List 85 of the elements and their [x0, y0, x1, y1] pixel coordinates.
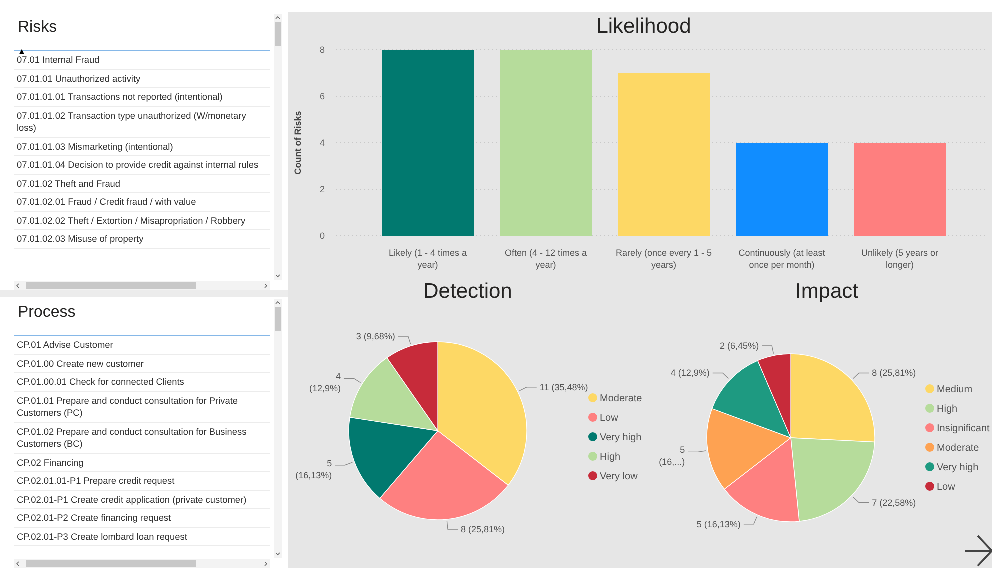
legend-label: Very high [600, 432, 642, 444]
legend-label: High [600, 452, 621, 463]
chart-title: Likelihood [596, 15, 692, 38]
data-label: 11 (35,48%) [540, 382, 588, 392]
legend-label: Very high [937, 462, 979, 474]
leader-line [344, 378, 362, 384]
slicer-item[interactable]: CP.01.01 Prepare and conduct consultation for Private Customers (PC) [14, 392, 270, 422]
slicer-item[interactable]: CP.01 Advise Customer [14, 336, 270, 354]
slicer-item[interactable]: 07.01.01.04 Decision to provide credit against internal rules [14, 156, 270, 174]
data-label: 3 (9,68%) [356, 332, 396, 342]
data-label: 5 (16,13%) [696, 519, 741, 530]
leader-line [446, 521, 458, 530]
leader-line [712, 372, 730, 380]
axis-tick-label: 2 [320, 184, 325, 194]
slicer-item[interactable]: 07.01.01.03 Mismarketing (intentional) [14, 138, 270, 156]
axis-tick-label: 0 [320, 231, 325, 241]
data-label: 4 (12,9%) [670, 368, 710, 378]
arrow-icon[interactable] [964, 534, 992, 568]
slicer-item[interactable]: CP.01.00 Create new customer [14, 354, 270, 373]
slicer-item[interactable]: CP.01.00.01 Check for connected Clients [14, 373, 270, 392]
chart-title: Impact [795, 280, 859, 303]
legend-label: High [937, 404, 958, 415]
category-label: Often (4 - 12 times a year) [504, 248, 588, 270]
vertical-scrollbar[interactable] [274, 299, 282, 558]
horizontal-scrollbar[interactable] [14, 559, 270, 568]
axis-tick-label: 6 [320, 92, 325, 102]
scroll-left-icon[interactable] [14, 560, 22, 568]
slicer-item[interactable]: 07.01.02.03 Misuse of property [14, 230, 270, 248]
slicer-item[interactable]: 07.01.02.01 Fraud / Credit fraud / with value [14, 193, 270, 212]
slicer-item[interactable]: CP.02 Financing [14, 454, 270, 472]
slicer-title: Risks [17, 18, 58, 38]
leader-line [853, 372, 870, 380]
data-label: 5 (16,13%) [296, 458, 332, 480]
slicer-item[interactable]: CP.02.01-P2 Create financing request [14, 509, 270, 528]
axis-tick-label: 8 [320, 45, 325, 55]
scroll-left-icon[interactable] [14, 282, 22, 290]
legend-label: Low [937, 482, 956, 493]
category-label: Likely (1 - 4 times a year) [388, 248, 468, 270]
category-label: Continuously (at least once per month) [738, 248, 826, 270]
slicer-item[interactable]: 07.01.01.01 Transactions not reported (intentional) [14, 88, 270, 106]
slicer-item[interactable]: 07.01.02.02 Theft / Extortion / Misapropriation / Robbery [14, 212, 270, 230]
data-label: 5 (16,...) [659, 445, 686, 468]
leader-line [762, 346, 774, 354]
data-label: 8 (25,81%) [461, 524, 506, 534]
slicer-title: Process [17, 303, 77, 323]
scrollbar-thumb[interactable] [26, 560, 196, 567]
data-label: 2 (6,45%) [720, 340, 760, 351]
legend-label: Moderate [937, 443, 980, 454]
leader-line [398, 336, 412, 345]
chart-title: Detection [424, 280, 512, 303]
data-label: 7 (22,58%) [872, 498, 916, 508]
slicer-item[interactable]: 07.01.02 Theft and Fraud [14, 174, 270, 193]
scrollbar-thumb[interactable] [275, 307, 281, 331]
slicer-item[interactable]: CP.02.01-P1 Create credit application (private customer) [14, 490, 270, 509]
leader-line [744, 516, 758, 525]
legend-label: Very low [600, 472, 638, 482]
scroll-up-icon[interactable] [274, 14, 282, 22]
axis-title: Count of Risks [293, 111, 303, 175]
leader-line [334, 462, 354, 466]
horizontal-scrollbar[interactable] [14, 281, 270, 290]
scroll-down-icon[interactable] [274, 550, 282, 558]
scroll-up-icon[interactable] [274, 299, 282, 307]
scrollbar-thumb[interactable] [26, 282, 196, 289]
vertical-scrollbar[interactable] [274, 14, 282, 280]
legend-label: Moderate [600, 394, 642, 404]
scroll-down-icon[interactable] [274, 272, 282, 280]
scroll-right-icon[interactable] [262, 560, 270, 568]
slicer-item[interactable]: CP.02.01-P3 Create lombard loan request [14, 528, 270, 546]
slicer-item[interactable]: 07.01.01.02 Transaction type unauthorized (W/monetary loss) [14, 106, 270, 138]
slicer-item[interactable]: 07.01.01 Unauthorized activity [14, 70, 270, 88]
axis-tick-label: 4 [320, 138, 325, 148]
slicer-item[interactable]: CP.01.02 Prepare and conduct consultation for Business Customers (BC) [14, 422, 270, 454]
slicer-item[interactable]: CP.02.01.01-P1 Prepare credit request [14, 472, 270, 490]
data-label: 4 (12,9%) [309, 372, 341, 394]
legend-label: Medium [937, 384, 973, 396]
data-label: 8 (25,81%) [872, 368, 916, 378]
category-label: Rarely (once every 1 - 5 years) [616, 248, 712, 270]
leader-line [852, 496, 870, 504]
leader-line [519, 387, 538, 392]
category-label: Unlikely (5 years or longer) [861, 248, 939, 270]
legend-label: Low [600, 413, 618, 424]
scroll-right-icon[interactable] [262, 282, 270, 290]
legend-label: Insignificant [937, 424, 990, 434]
leader-line [688, 450, 706, 453]
scrollbar-thumb[interactable] [275, 22, 281, 46]
